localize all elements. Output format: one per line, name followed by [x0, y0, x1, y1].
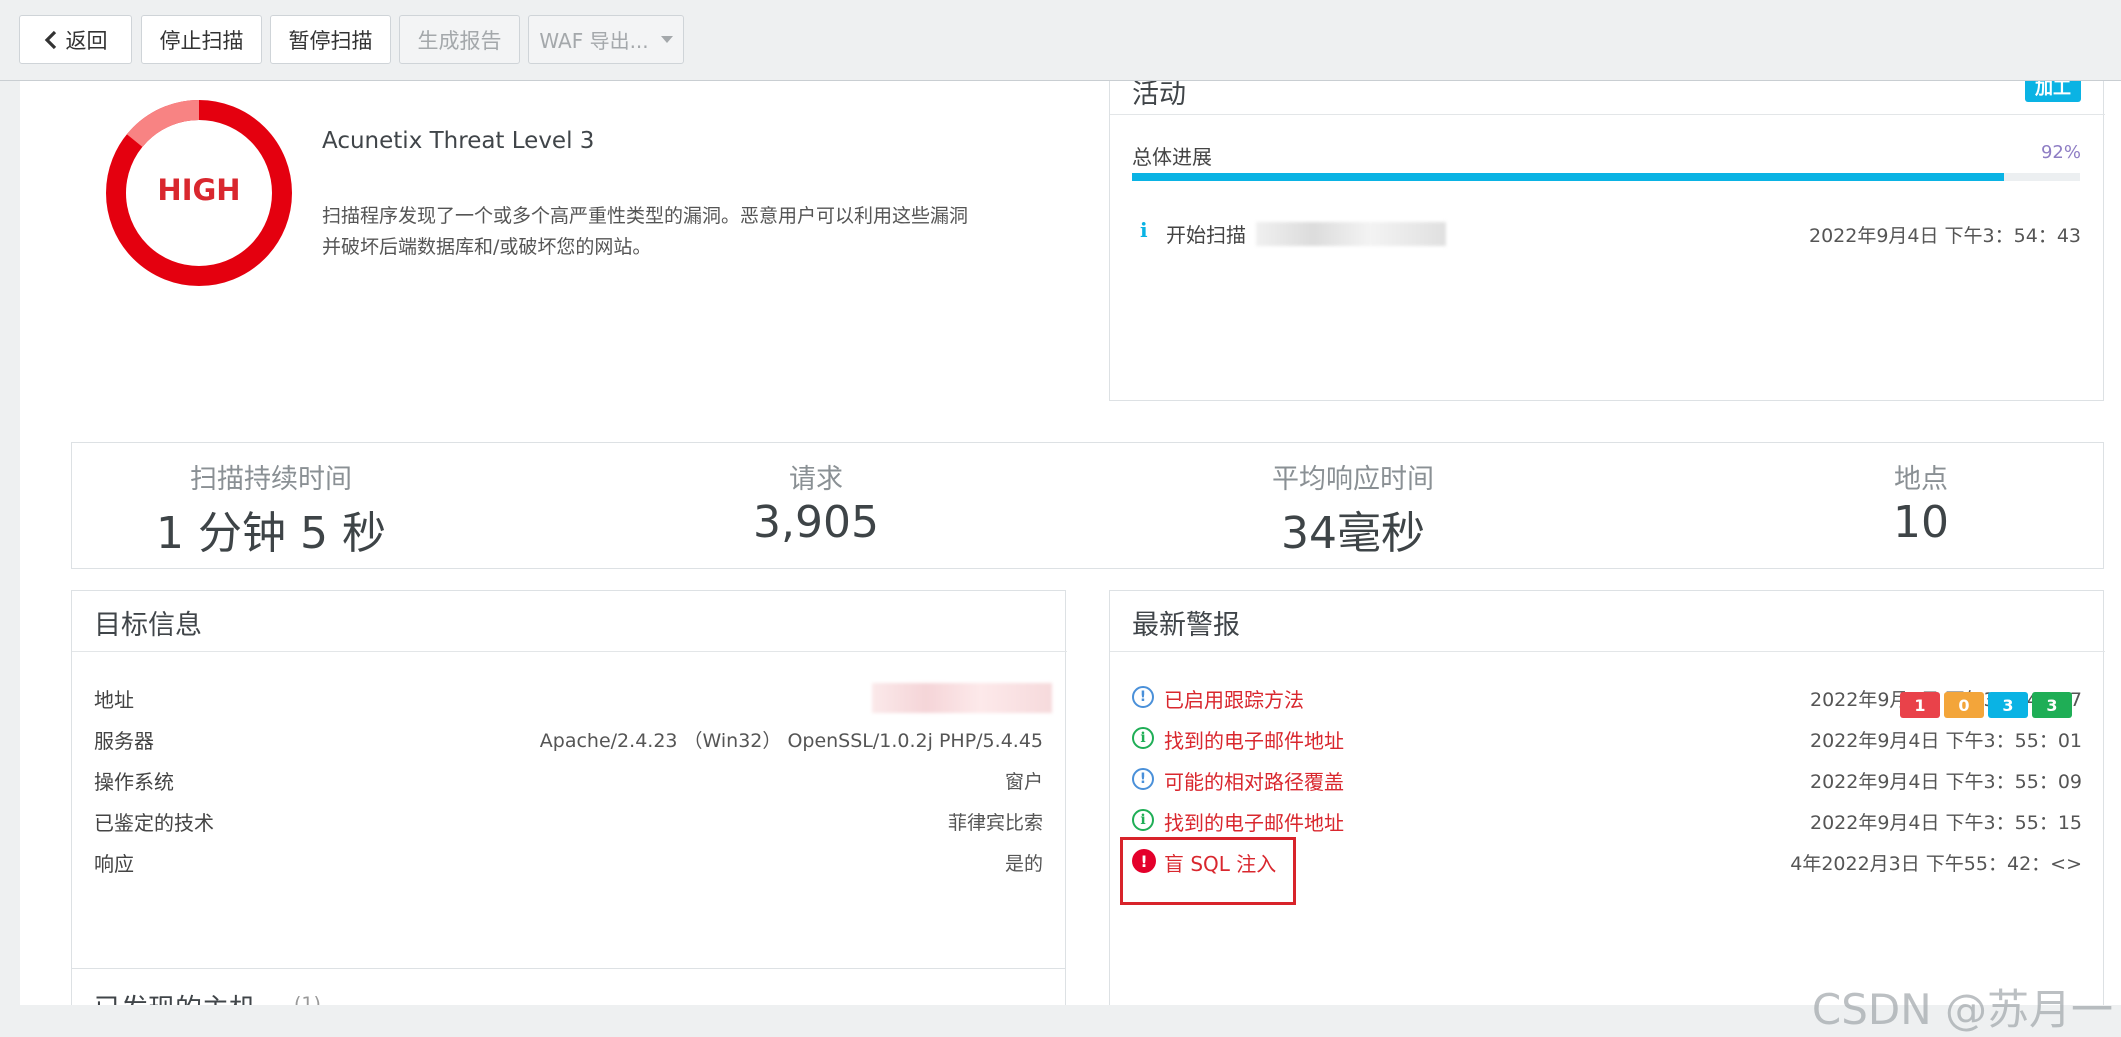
alert-time: 2022年9月4日 下午3：55：15 — [1809, 812, 2082, 834]
count-badge-low[interactable]: 3 — [1988, 692, 2028, 718]
info-icon: ! — [1132, 686, 1154, 708]
alert-name[interactable]: 找到的电子邮件地址 — [1164, 725, 1344, 754]
target-row-label: 响应 — [94, 852, 134, 876]
scan-page: HIGH Acunetix Threat Level 3 扫描程序发现了一个或多… — [20, 81, 2121, 1005]
stat-locations-value: 10 — [1893, 497, 1949, 548]
stop-scan-button[interactable]: 停止扫描 — [141, 15, 262, 64]
divider — [1110, 114, 2105, 115]
alert-row[interactable]: i 找到的电子邮件地址 2022年9月4日 下午3：55：15 — [1132, 807, 2082, 837]
alert-time: 2022年9月4日 下午3：55：09 — [1809, 771, 2082, 793]
target-row-label: 已鉴定的技术 — [94, 811, 214, 835]
latest-alerts-title: 最新警报 — [1132, 610, 1240, 641]
alert-time: 2022年9月4日 下午3：55：01 — [1809, 730, 2082, 752]
info-icon: ! — [1132, 768, 1154, 790]
stat-requests-label: 请求 — [789, 464, 843, 495]
target-row-label: 服务器 — [94, 729, 154, 753]
discovered-hosts-count: (1) — [294, 993, 321, 1005]
alert-name[interactable]: 找到的电子邮件地址 — [1164, 807, 1344, 836]
event-time: 2022年9月4日 下午3：54：43 — [1808, 225, 2081, 247]
activity-panel: 活动 加工 总体进展 92% i 开始扫描 2022年9月4日 下午3：54：4… — [1109, 81, 2105, 401]
discovered-hosts-title: 已发现的主机 — [94, 987, 256, 1005]
info-icon: i — [1140, 218, 1148, 242]
chevron-left-icon — [44, 30, 56, 49]
discovered-hosts-panel: 已发现的主机 (1) — [71, 968, 1066, 1005]
progress-percent: 92% — [2040, 142, 2081, 163]
threat-title: Acunetix Threat Level 3 — [322, 128, 595, 154]
stat-duration-value: 1 分钟 5 秒 — [156, 508, 386, 559]
alert-name[interactable]: 可能的相对路径覆盖 — [1164, 766, 1344, 795]
target-row-value: 是的 — [1004, 853, 1043, 875]
target-row-value: 菲律宾比索 — [947, 812, 1043, 834]
target-row-value: Apache/2.4.23 （Win32） OpenSSL/1.0.2j PHP… — [539, 730, 1043, 752]
target-row-value: 窗户 — [1004, 771, 1043, 793]
pause-scan-label: 暂停扫描 — [288, 28, 373, 53]
stat-locations-label: 地点 — [1894, 464, 1948, 495]
progress-fill — [1132, 173, 2005, 181]
count-badge-medium[interactable]: 0 — [1944, 692, 1984, 718]
redacted-target — [1256, 222, 1446, 246]
info-icon: i — [1132, 727, 1154, 749]
stat-response-value: 34毫秒 — [1281, 508, 1425, 559]
status-badge: 加工 — [2025, 81, 2081, 102]
latest-alerts-panel: 最新警报 ! 已启用跟踪方法 2022年9月4日 下午3：54：57 i 找到的… — [1109, 590, 2105, 1005]
alert-time: 4年2022月3日 下午55：42：<> — [1790, 853, 2082, 875]
highlight-box — [1120, 837, 1296, 905]
divider — [72, 651, 1067, 652]
stat-response-label: 平均响应时间 — [1272, 464, 1434, 495]
count-badge-info[interactable]: 3 — [2032, 692, 2072, 718]
activity-title: 活动 — [1132, 81, 1186, 110]
stat-duration-label: 扫描持续时间 — [190, 464, 352, 495]
toolbar: 返回 停止扫描 暂停扫描 生成报告 WAF 导出... — [0, 0, 2121, 81]
alert-row[interactable]: ! 可能的相对路径覆盖 2022年9月4日 下午3：55：09 — [1132, 766, 2082, 796]
progress-track — [1132, 173, 2080, 181]
waf-export-dropdown[interactable]: WAF 导出... — [528, 15, 684, 64]
alert-row[interactable]: i 找到的电子邮件地址 2022年9月4日 下午3：55：01 — [1132, 725, 2082, 755]
stop-scan-label: 停止扫描 — [159, 28, 244, 53]
pause-scan-button[interactable]: 暂停扫描 — [270, 15, 391, 64]
threat-gauge: HIGH — [103, 97, 295, 289]
info-icon: i — [1132, 809, 1154, 831]
target-info-panel: 目标信息 地址 服务器 Apache/2.4.23 （Win32） OpenSS… — [71, 590, 1067, 1005]
generate-report-button[interactable]: 生成报告 — [399, 15, 520, 64]
threat-level-text: HIGH — [157, 173, 241, 207]
target-row-label: 操作系统 — [94, 770, 174, 794]
watermark: CSDN @苏月一 — [1811, 985, 2113, 1034]
back-label: 返回 — [65, 28, 108, 53]
target-info-title: 目标信息 — [94, 610, 202, 641]
threat-desc-line1: 扫描程序发现了一个或多个高严重性类型的漏洞。恶意用户可以利用这些漏洞 — [322, 205, 969, 227]
footer-strip — [0, 1005, 2121, 1036]
back-button[interactable]: 返回 — [19, 15, 132, 64]
target-row-label: 地址 — [94, 688, 134, 712]
generate-report-label: 生成报告 — [417, 28, 502, 53]
divider — [1110, 651, 2105, 652]
redacted-address — [872, 683, 1052, 713]
alert-name[interactable]: 已启用跟踪方法 — [1164, 684, 1304, 713]
count-badge-high[interactable]: 1 — [1900, 692, 1940, 718]
stat-requests-value: 3,905 — [753, 497, 879, 548]
progress-label: 总体进展 — [1132, 145, 1212, 169]
threat-desc-line2: 并破坏后端数据库和/或破坏您的网站。 — [322, 236, 652, 258]
caret-down-icon — [660, 36, 673, 43]
stats-panel: 扫描持续时间 1 分钟 5 秒 请求 3,905 平均响应时间 34毫秒 地点 … — [71, 442, 2104, 569]
event-text: 开始扫描 — [1166, 223, 1246, 247]
waf-export-label: WAF 导出... — [539, 29, 649, 53]
